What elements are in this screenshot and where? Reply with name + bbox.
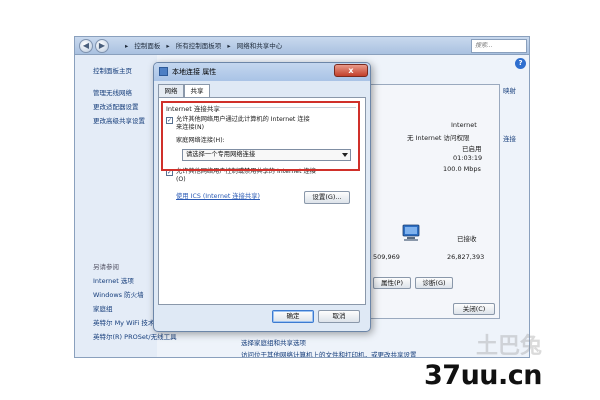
back-icon[interactable]: ◀ — [79, 39, 93, 53]
status-media: 已启用 — [462, 145, 482, 153]
sidebar-home-link[interactable]: 控制面板主页 — [93, 65, 132, 75]
cancel-button[interactable]: 取消 — [318, 310, 360, 323]
watermark-text: 土巴兔 — [476, 334, 543, 359]
sent-bytes: 509,969 — [373, 253, 400, 261]
forward-icon[interactable]: ▶ — [95, 39, 109, 53]
help-icon[interactable]: ? — [515, 58, 526, 69]
sidebar-item-manage-wireless[interactable]: 管理无线网络 — [93, 87, 132, 97]
breadcrumb-item[interactable]: 所有控制面板项 — [176, 42, 222, 50]
received-bytes: 26,827,393 — [447, 253, 485, 261]
properties-button[interactable]: 属性(P) — [373, 277, 411, 289]
computer-activity-icon — [402, 224, 420, 241]
received-label: 已接收 — [457, 235, 477, 243]
breadcrumb-separator-icon: ▸ — [227, 42, 231, 50]
see-also-my-wifi[interactable]: 英特尔 My WiFi 技术 — [93, 317, 154, 327]
site-brand-logo: 37uu.cn — [424, 360, 543, 391]
breadcrumb: ▸ 控制面板 ▸ 所有控制面板项 ▸ 网络和共享中心 — [125, 40, 286, 52]
connect-link[interactable]: 连接 — [503, 133, 516, 143]
sidebar: 控制面板主页 管理无线网络 更改适配器设置 更改高级共享设置 另请参阅 Inte… — [75, 55, 177, 357]
status-speed: 100.0 Mbps — [443, 165, 481, 173]
see-also-firewall[interactable]: Windows 防火墙 — [93, 289, 144, 299]
see-also-homegroup[interactable]: 家庭组 — [93, 303, 113, 313]
tab-sharing[interactable]: 共享 — [184, 84, 210, 98]
dialog-title: 本地连接 属性 — [172, 68, 217, 76]
status-duration: 01:03:19 — [453, 154, 483, 162]
address-bar: ◀ ▶ ▸ 控制面板 ▸ 所有控制面板项 ▸ 网络和共享中心 搜索... — [75, 37, 529, 55]
allow-control-label-line2: (O) — [176, 176, 186, 183]
ok-button[interactable]: 确定 — [272, 310, 314, 323]
breadcrumb-separator-icon: ▸ — [125, 42, 129, 50]
diagnose-button[interactable]: 诊断(G) — [415, 277, 453, 289]
see-also-heading: 另请参阅 — [93, 263, 119, 271]
see-also-proset[interactable]: 英特尔(R) PROSet/无线工具 — [93, 331, 177, 341]
close-icon[interactable]: x — [334, 64, 368, 77]
homegroup-sharing-link[interactable]: 选择家庭组和共享选项 — [241, 337, 306, 347]
see-also-internet-options[interactable]: Internet 选项 — [93, 275, 134, 285]
network-adapter-icon — [159, 67, 168, 76]
breadcrumb-separator-icon: ▸ — [166, 42, 170, 50]
breadcrumb-item[interactable]: 网络和共享中心 — [237, 42, 283, 50]
map-link[interactable]: 映射 — [503, 85, 516, 95]
tab-network[interactable]: 网络 — [158, 84, 184, 97]
ics-help-link[interactable]: 使用 ICS (Internet 连接共享) — [176, 191, 260, 200]
connection-status-panel: Internet 无 Internet 访问权限 已启用 01:03:19 10… — [370, 84, 500, 319]
status-close-button[interactable]: 关闭(C) — [453, 303, 495, 315]
dialog-title-bar[interactable]: 本地连接 属性 x — [154, 63, 370, 81]
breadcrumb-item[interactable]: 控制面板 — [134, 42, 160, 50]
status-connectivity: Internet — [451, 121, 477, 129]
settings-button[interactable]: 设置(G)... — [304, 191, 350, 204]
sidebar-item-adapter-settings[interactable]: 更改适配器设置 — [93, 101, 139, 111]
access-files-link[interactable]: 访问位于其他网络计算机上的文件和打印机，或更改共享设置 — [241, 349, 417, 357]
highlight-annotation-box — [161, 101, 360, 171]
status-ipv6: 无 Internet 访问权限 — [407, 134, 470, 142]
sidebar-item-advanced-sharing[interactable]: 更改高级共享设置 — [93, 115, 145, 125]
search-input[interactable]: 搜索... — [471, 39, 527, 53]
